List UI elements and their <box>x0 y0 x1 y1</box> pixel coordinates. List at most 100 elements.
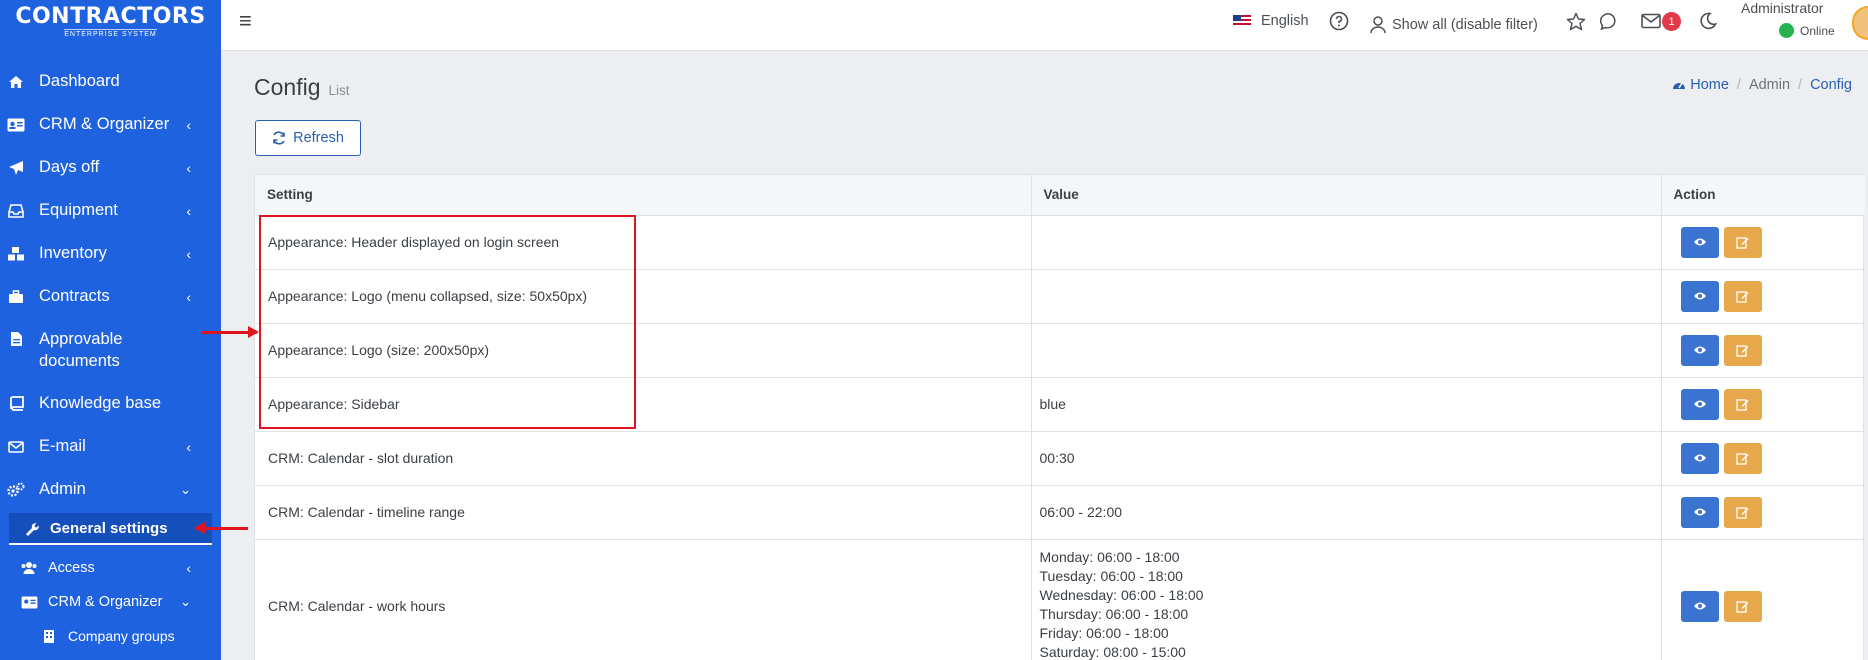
table-header-row: Setting Value Action <box>255 175 1865 216</box>
cogs-icon <box>6 482 26 498</box>
view-button[interactable] <box>1680 496 1719 528</box>
table-row: CRM: Calendar - work hours Monday: 06:00… <box>255 539 1865 660</box>
breadcrumb-admin[interactable]: Admin <box>1749 77 1790 93</box>
logo-sub-text: ENTERPRISE SYSTEM <box>64 28 157 38</box>
sidebar-item-access[interactable]: Access ‹ <box>0 551 221 585</box>
sidebar-item-email[interactable]: E-mail ‹ <box>0 425 221 468</box>
filter-toggle[interactable]: Show all (disable filter) <box>1370 4 1538 46</box>
view-button[interactable] <box>1680 226 1719 258</box>
page-subtitle: List <box>328 83 350 98</box>
sidebar-item-contracts[interactable]: Contracts ‹ <box>0 275 221 318</box>
view-button[interactable] <box>1680 280 1719 312</box>
view-button[interactable] <box>1680 442 1719 474</box>
sidebar-item-inventory[interactable]: Inventory ‹ <box>0 232 221 275</box>
sidebar-item-label: Inventory <box>39 244 107 262</box>
eye-icon <box>1693 601 1707 611</box>
breadcrumb: Home / Admin / Config <box>1672 77 1852 93</box>
home-icon <box>6 74 26 90</box>
sidebar-item-equipment[interactable]: Equipment ‹ <box>0 189 221 232</box>
language-label: English <box>1261 13 1309 29</box>
view-button[interactable] <box>1680 334 1719 366</box>
chat-icon[interactable] <box>1600 0 1619 42</box>
filter-label: Show all (disable filter) <box>1392 17 1538 33</box>
sidebar-item-company-groups[interactable]: Company groups <box>0 619 221 653</box>
inbox-icon <box>6 203 26 219</box>
setting-cell: CRM: Calendar - slot duration <box>255 431 1032 486</box>
edit-button[interactable] <box>1723 442 1762 474</box>
dark-mode-icon[interactable] <box>1699 0 1717 42</box>
edit-button[interactable] <box>1723 496 1762 528</box>
sidebar-item-label: E-mail <box>39 437 86 455</box>
sidebar-item-knowledge-base[interactable]: Knowledge base <box>0 382 221 425</box>
edit-icon <box>1736 236 1749 249</box>
edit-icon <box>1736 506 1749 519</box>
logo-main-text: CONTRACTORS <box>15 3 206 29</box>
eye-icon <box>1693 291 1707 301</box>
chevron-down-icon: ⌄ <box>180 481 191 497</box>
star-icon[interactable] <box>1566 0 1586 42</box>
edit-icon <box>1736 452 1749 465</box>
file-icon <box>6 331 26 347</box>
sidebar-item-crm-organizer-sub[interactable]: CRM & Organizer ⌄ <box>0 585 221 619</box>
sidebar-item-crm[interactable]: CRM & Organizer ‹ <box>0 103 221 146</box>
edit-button[interactable] <box>1723 280 1762 312</box>
work-hours-line: Saturday: 08:00 - 15:00 <box>1039 643 1186 660</box>
column-header-setting[interactable]: Setting <box>255 175 1032 216</box>
briefcase-icon <box>6 289 26 305</box>
action-cell <box>1661 431 1865 486</box>
edit-icon <box>1736 398 1749 411</box>
chevron-left-icon: ‹ <box>186 288 191 305</box>
sidebar-item-label: CRM & Organizer <box>48 594 163 610</box>
sidebar-item-days-off[interactable]: Days off ‹ <box>0 146 221 189</box>
page-title: Config List <box>254 74 350 101</box>
edit-button[interactable] <box>1723 334 1762 366</box>
chevron-left-icon: ‹ <box>186 202 191 219</box>
action-cell <box>1661 215 1865 270</box>
help-icon[interactable] <box>1329 0 1349 42</box>
breadcrumb-config[interactable]: Config <box>1810 77 1852 93</box>
setting-cell: Appearance: Header displayed on login sc… <box>255 215 1032 270</box>
view-button[interactable] <box>1680 590 1719 622</box>
table-row: Appearance: Logo (size: 200x50px) <box>255 323 1865 378</box>
user-name[interactable]: Administrator <box>1741 0 1823 16</box>
column-header-value[interactable]: Value <box>1031 175 1662 216</box>
chevron-left-icon: ‹ <box>186 438 191 455</box>
app-logo[interactable]: CONTRACTORS ENTERPRISE SYSTEM <box>0 0 221 42</box>
breadcrumb-separator: / <box>1798 77 1803 93</box>
sidebar-item-admin[interactable]: Admin ⌄ <box>0 468 221 511</box>
eye-icon <box>1693 453 1707 463</box>
action-cell <box>1661 377 1865 432</box>
column-header-action: Action <box>1661 175 1865 216</box>
user-status-label: Online <box>1800 23 1835 38</box>
setting-cell: CRM: Calendar - work hours <box>255 539 1032 660</box>
edit-button[interactable] <box>1723 388 1762 420</box>
sidebar-item-label: Access <box>48 560 95 576</box>
user-icon <box>1370 16 1386 34</box>
config-table: Setting Value Action Appearance: Header … <box>254 174 1865 660</box>
book-icon <box>6 396 26 412</box>
edit-button[interactable] <box>1723 590 1762 622</box>
language-selector[interactable]: English <box>1233 0 1309 42</box>
envelope-icon <box>6 439 26 455</box>
annotation-arrow-left <box>194 522 248 534</box>
action-cell <box>1661 323 1865 378</box>
value-cell <box>1031 323 1662 378</box>
table-row: Appearance: Logo (menu collapsed, size: … <box>255 269 1865 324</box>
chevron-left-icon: ‹ <box>186 560 191 576</box>
refresh-button[interactable]: Refresh <box>255 120 361 156</box>
us-flag-icon <box>1233 15 1251 27</box>
sidebar-item-general-settings[interactable]: General settings <box>9 513 212 545</box>
view-button[interactable] <box>1680 388 1719 420</box>
sidebar-item-approvable-documents[interactable]: Approvable documents <box>0 318 221 382</box>
work-hours-line: Wednesday: 06:00 - 18:00 <box>1039 586 1204 603</box>
breadcrumb-home[interactable]: Home <box>1690 77 1729 93</box>
mail-icon[interactable] <box>1641 0 1661 42</box>
edit-button[interactable] <box>1723 226 1762 258</box>
setting-cell: Appearance: Logo (size: 200x50px) <box>255 323 1032 378</box>
sidebar-item-label: Approvable documents <box>39 330 123 370</box>
work-hours-line: Tuesday: 06:00 - 18:00 <box>1039 567 1183 584</box>
menu-toggle-icon[interactable]: ≡ <box>239 8 252 34</box>
sidebar-item-dashboard[interactable]: Dashboard <box>0 60 221 103</box>
dashboard-icon <box>1672 79 1686 91</box>
users-icon <box>20 561 38 575</box>
